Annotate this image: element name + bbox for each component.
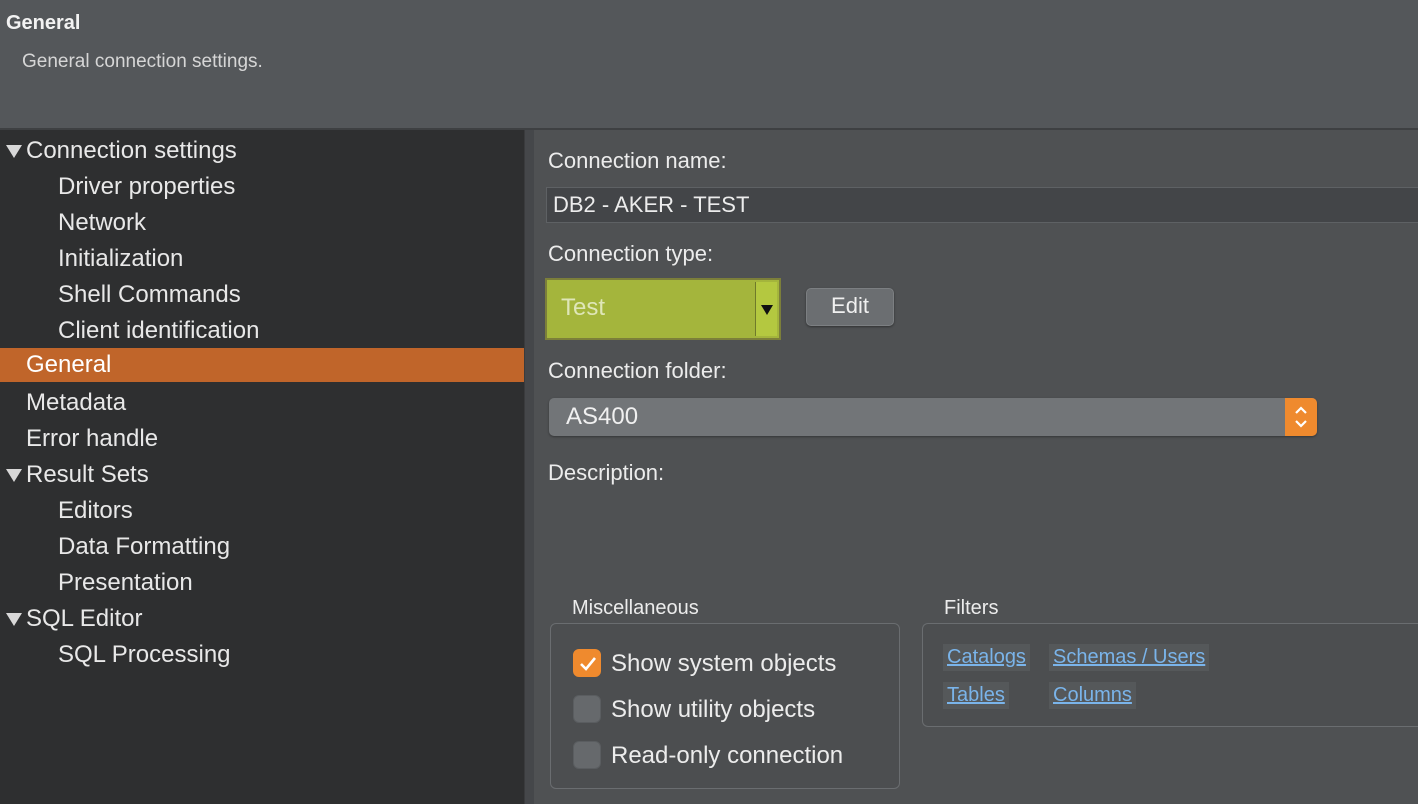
connection-folder-label: Connection folder:	[548, 358, 727, 383]
chevron-down-icon	[761, 305, 773, 315]
connection-type-select[interactable]: Test	[545, 278, 781, 340]
tree-item-data-formatting[interactable]: Data Formatting	[0, 530, 524, 564]
tree-item-editors[interactable]: Editors	[0, 494, 524, 528]
edit-connection-type-button[interactable]: Edit	[806, 288, 894, 326]
page-subtitle: General connection settings.	[22, 51, 263, 72]
connection-folder-select[interactable]: AS400	[549, 398, 1317, 436]
schemas-users-filter-link[interactable]: Schemas / Users	[1049, 644, 1210, 671]
tree-item-metadata[interactable]: Metadata	[0, 386, 524, 420]
filters-title: Filters	[944, 597, 999, 619]
settings-tree: Connection settings Driver properties Ne…	[0, 130, 524, 804]
dropdown-arrow-button[interactable]	[755, 282, 777, 336]
tree-item-network[interactable]: Network	[0, 206, 524, 240]
page-header: General General connection settings.	[0, 0, 1418, 130]
splitter-handle[interactable]	[524, 130, 534, 804]
tree-item-shell-commands[interactable]: Shell Commands	[0, 278, 524, 312]
expand-triangle-icon[interactable]	[6, 145, 22, 158]
tree-item-general[interactable]: General	[0, 348, 524, 382]
checkbox-unchecked[interactable]	[573, 695, 601, 723]
connection-type-value: Test	[561, 294, 606, 321]
connection-name-label: Connection name:	[548, 148, 727, 173]
show-system-objects-checkbox[interactable]: Show system objects	[573, 648, 893, 680]
tree-item-initialization[interactable]: Initialization	[0, 242, 524, 276]
connection-name-input[interactable]	[546, 187, 1418, 223]
tree-item-connection-settings[interactable]: Connection settings	[0, 134, 524, 168]
show-utility-objects-checkbox[interactable]: Show utility objects	[573, 694, 893, 726]
connection-folder-value: AS400	[566, 403, 639, 430]
tree-item-client-identification[interactable]: Client identification	[0, 314, 524, 348]
tree-item-result-sets[interactable]: Result Sets	[0, 458, 524, 492]
tree-item-driver-properties[interactable]: Driver properties	[0, 170, 524, 204]
filters-group: Catalogs Schemas / Users Tables Columns	[922, 623, 1418, 727]
checkmark-icon	[580, 657, 597, 671]
catalogs-filter-link[interactable]: Catalogs	[943, 644, 1030, 671]
tree-item-presentation[interactable]: Presentation	[0, 566, 524, 600]
miscellaneous-group: Show system objects Show utility objects…	[550, 623, 900, 789]
select-stepper[interactable]	[1285, 398, 1317, 436]
tree-item-sql-processing[interactable]: SQL Processing	[0, 638, 524, 672]
expand-triangle-icon[interactable]	[6, 613, 22, 626]
connection-type-label: Connection type:	[548, 241, 714, 266]
checkbox-checked[interactable]	[573, 649, 601, 677]
tree-item-sql-editor[interactable]: SQL Editor	[0, 602, 524, 636]
read-only-connection-checkbox[interactable]: Read-only connection	[573, 740, 893, 772]
miscellaneous-title: Miscellaneous	[572, 597, 699, 619]
description-label: Description:	[548, 460, 665, 485]
up-down-chevron-icon	[1295, 406, 1307, 428]
tables-filter-link[interactable]: Tables	[943, 682, 1009, 709]
general-settings-panel: Connection name: Connection type: Test E…	[534, 130, 1418, 804]
columns-filter-link[interactable]: Columns	[1049, 682, 1136, 709]
checkbox-unchecked[interactable]	[573, 741, 601, 769]
page-title: General	[6, 12, 81, 34]
expand-triangle-icon[interactable]	[6, 469, 22, 482]
tree-item-error-handle[interactable]: Error handle	[0, 422, 524, 456]
